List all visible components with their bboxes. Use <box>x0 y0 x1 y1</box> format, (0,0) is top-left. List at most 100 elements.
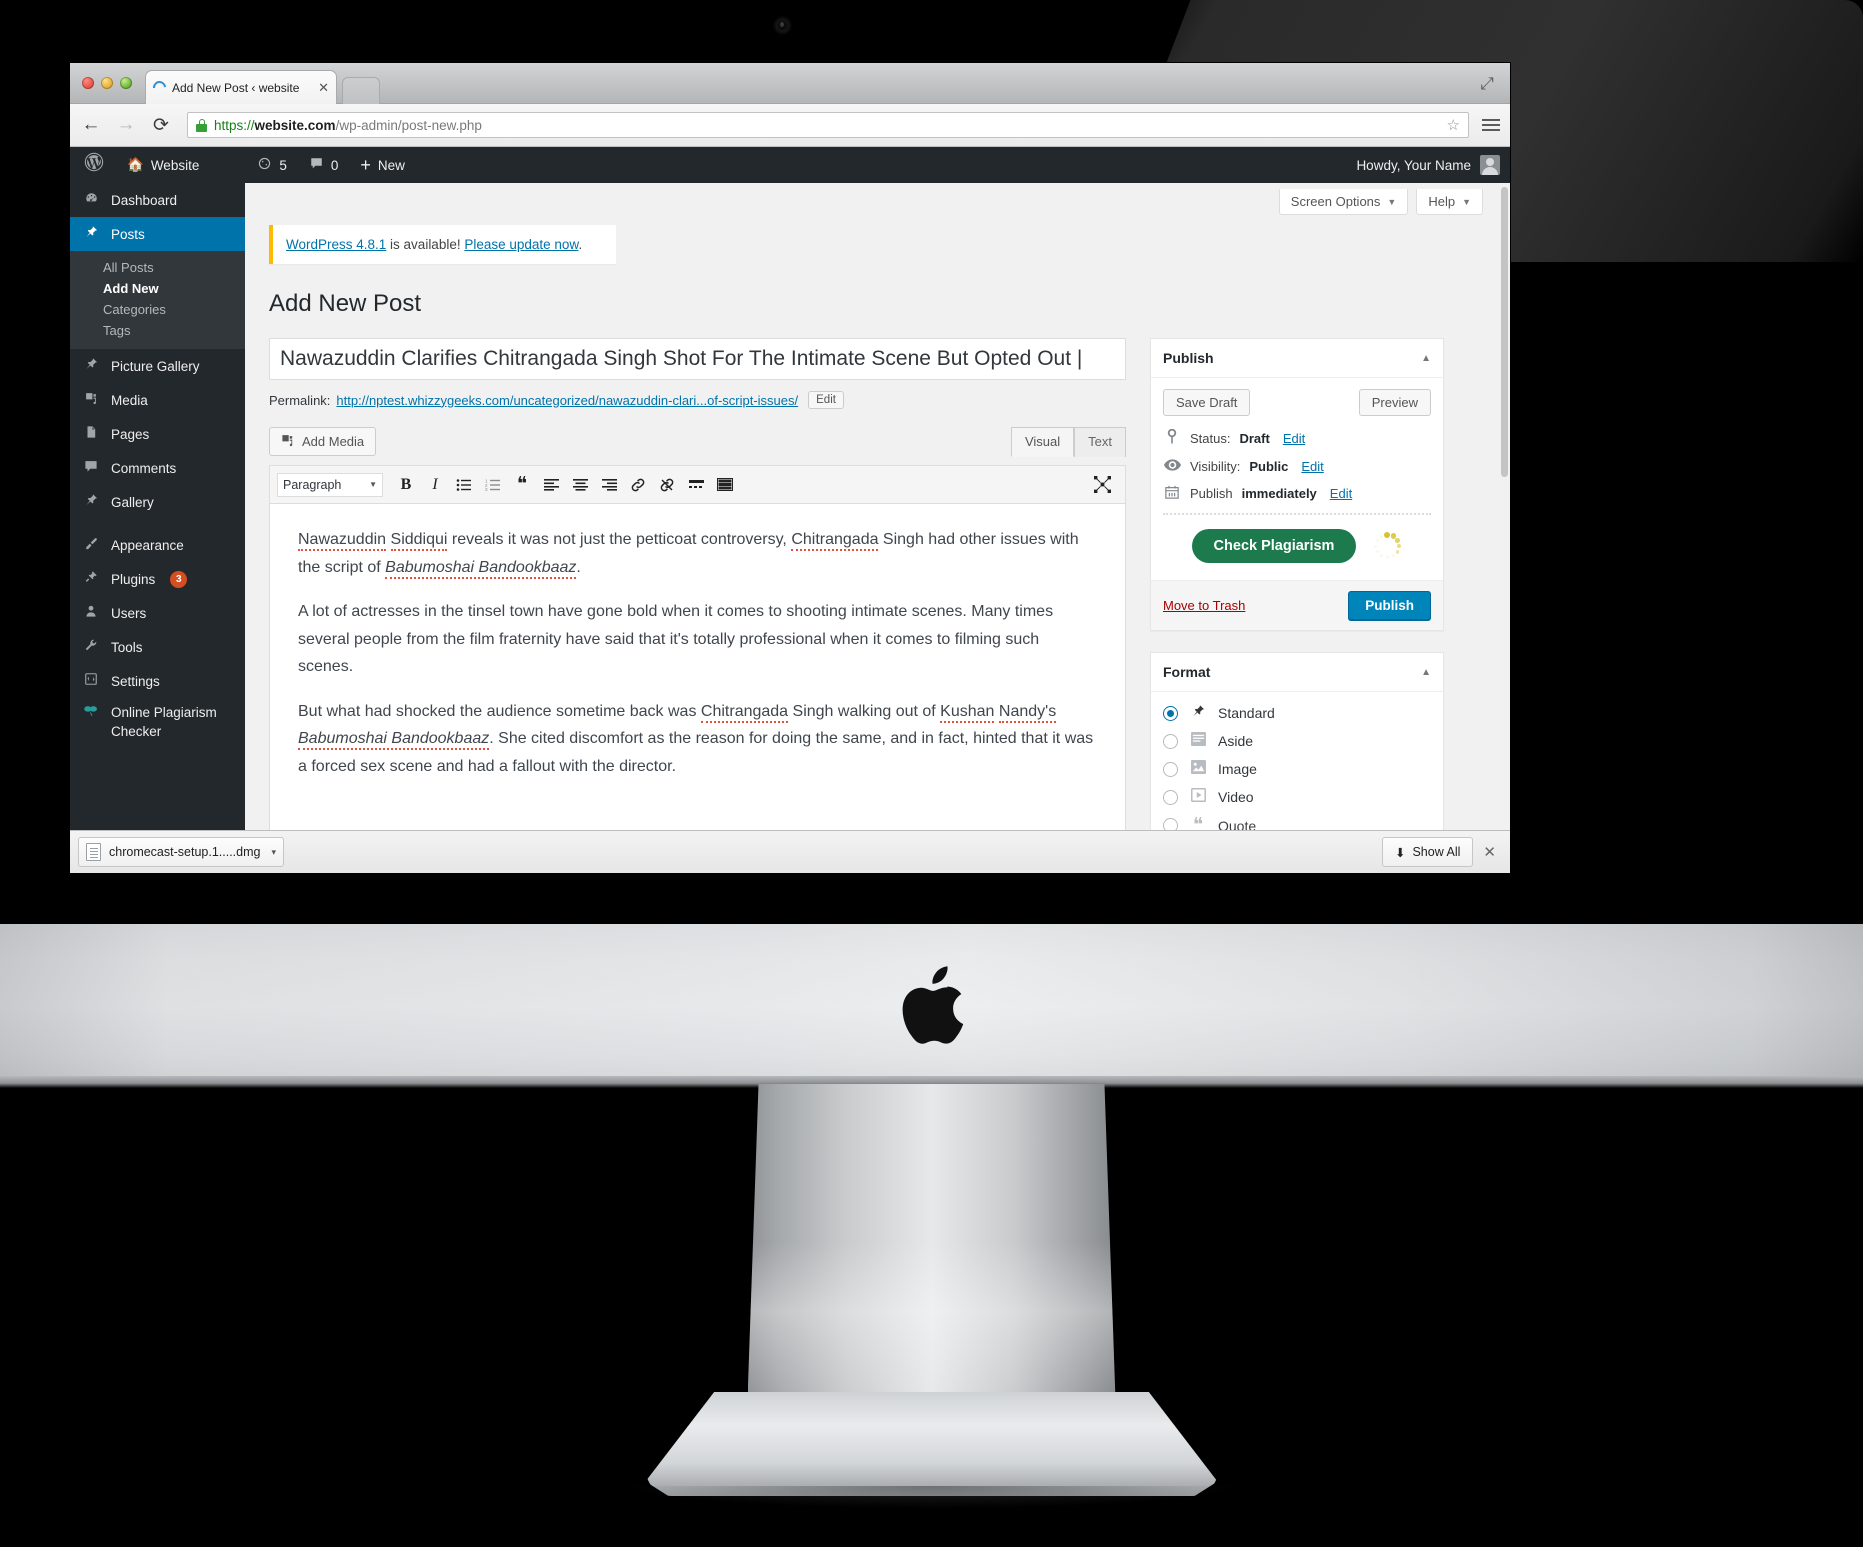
save-draft-button[interactable]: Save Draft <box>1163 389 1251 416</box>
sidebar-item-settings[interactable]: Settings <box>70 664 245 698</box>
radio-image[interactable] <box>1163 761 1178 777</box>
reload-icon[interactable]: ⟳ <box>150 114 172 136</box>
minimize-window-button[interactable] <box>101 77 113 89</box>
bold-button[interactable]: B <box>393 472 419 498</box>
wordpress-version-link[interactable]: WordPress 4.8.1 <box>286 237 386 252</box>
forward-icon[interactable]: → <box>115 114 137 136</box>
imac-stand-foot <box>645 1392 1218 1496</box>
numbered-list-button[interactable]: 123 <box>480 472 506 498</box>
back-icon[interactable]: ← <box>80 114 102 136</box>
help-button[interactable]: Help ▼ <box>1416 189 1483 215</box>
publish-button[interactable]: Publish <box>1348 591 1431 620</box>
format-option-video[interactable]: Video <box>1163 783 1431 811</box>
page-scrollbar[interactable] <box>1499 183 1510 873</box>
italic-button[interactable]: I <box>422 472 448 498</box>
format-option-image[interactable]: Image <box>1163 755 1431 783</box>
preview-button[interactable]: Preview <box>1358 389 1431 416</box>
radio-standard[interactable] <box>1163 705 1178 721</box>
read-more-button[interactable] <box>683 472 709 498</box>
admin-bar-site-name[interactable]: 🏠 Website <box>116 147 210 183</box>
sidebar-item-all-posts[interactable]: All Posts <box>70 257 245 278</box>
align-left-button[interactable] <box>538 472 564 498</box>
publish-box-title: Publish <box>1163 350 1214 366</box>
sidebar-item-pages[interactable]: Pages <box>70 417 245 451</box>
chevron-down-icon[interactable]: ▾ <box>271 847 276 858</box>
sidebar-item-media[interactable]: Media <box>70 383 245 417</box>
close-tab-icon[interactable]: ✕ <box>318 81 329 94</box>
sidebar-item-users[interactable]: Users <box>70 596 245 630</box>
new-tab-button[interactable] <box>342 77 380 104</box>
draft-actions: Save Draft Preview <box>1163 389 1431 416</box>
file-icon <box>86 843 101 861</box>
schedule-label: Publish <box>1190 486 1233 501</box>
visibility-edit-link[interactable]: Edit <box>1301 459 1323 474</box>
permalink-edit-button[interactable]: Edit <box>808 391 844 409</box>
close-window-button[interactable] <box>82 77 94 89</box>
scrollbar-thumb[interactable] <box>1501 187 1508 477</box>
sidebar-item-label: Picture Gallery <box>111 358 200 374</box>
maximize-icon[interactable]: ⤢ <box>1478 75 1496 93</box>
zoom-window-button[interactable] <box>120 77 132 89</box>
close-shelf-icon[interactable]: ✕ <box>1483 843 1502 861</box>
browser-tab[interactable]: Add New Post ‹ website ✕ <box>145 70 337 104</box>
paragraph-format-select[interactable]: Paragraph ▼ <box>277 472 383 497</box>
blockquote-button[interactable]: ❝ <box>509 472 535 498</box>
notice-middle-text: is available! <box>386 237 465 252</box>
post-title-input[interactable] <box>269 338 1126 380</box>
admin-bar-updates[interactable]: 5 <box>246 147 298 183</box>
align-center-button[interactable] <box>567 472 593 498</box>
fullscreen-icon[interactable] <box>1089 472 1115 498</box>
collapse-icon[interactable]: ▲ <box>1421 353 1431 364</box>
check-plagiarism-button[interactable]: Check Plagiarism <box>1191 529 1357 563</box>
format-option-aside[interactable]: Aside <box>1163 727 1431 755</box>
bulleted-list-button[interactable] <box>451 472 477 498</box>
sidebar-item-add-new[interactable]: Add New <box>70 278 245 299</box>
page-title: Add New Post <box>269 290 422 317</box>
radio-aside[interactable] <box>1163 733 1178 749</box>
move-to-trash-link[interactable]: Move to Trash <box>1163 598 1245 613</box>
admin-bar-comments[interactable]: 0 <box>298 147 350 183</box>
remove-link-button[interactable] <box>654 472 680 498</box>
plus-icon: + <box>360 154 371 175</box>
sidebar-item-categories[interactable]: Categories <box>70 299 245 320</box>
sidebar-item-dashboard[interactable]: Dashboard <box>70 183 245 217</box>
tab-text[interactable]: Text <box>1074 427 1126 457</box>
chrome-menu-icon[interactable] <box>1482 119 1500 131</box>
imac-stand-neck <box>747 1084 1116 1400</box>
format-option-standard[interactable]: Standard <box>1163 699 1431 727</box>
bookmark-star-icon[interactable]: ☆ <box>1447 116 1460 134</box>
sidebar-item-gallery[interactable]: Gallery <box>70 485 245 519</box>
address-bar[interactable]: https://website.com/wp-admin/post-new.ph… <box>187 112 1469 138</box>
screen-options-button[interactable]: Screen Options ▼ <box>1278 189 1409 215</box>
publish-box-header: Publish ▲ <box>1151 339 1443 378</box>
update-now-link[interactable]: Please update now <box>464 237 578 252</box>
sidebar-item-picture-gallery[interactable]: Picture Gallery <box>70 349 245 383</box>
sidebar-item-plugins[interactable]: Plugins 3 <box>70 562 245 596</box>
add-media-button[interactable]: Add Media <box>269 427 377 456</box>
window-controls[interactable] <box>82 77 132 89</box>
collapse-icon[interactable]: ▲ <box>1421 667 1431 678</box>
align-right-button[interactable] <box>596 472 622 498</box>
tab-visual[interactable]: Visual <box>1010 427 1075 457</box>
insert-link-button[interactable] <box>625 472 651 498</box>
status-edit-link[interactable]: Edit <box>1283 431 1305 446</box>
toolbar-toggle-button[interactable] <box>712 472 738 498</box>
sidebar-item-online-plagiarism-checker[interactable]: Online Plagiarism Checker <box>70 698 245 746</box>
radio-video[interactable] <box>1163 789 1178 805</box>
admin-bar-account[interactable]: Howdy, Your Name <box>1356 155 1510 175</box>
screen-options-label: Screen Options <box>1290 194 1381 209</box>
sidebar-item-tools[interactable]: Tools <box>70 630 245 664</box>
sidebar-item-posts[interactable]: Posts <box>70 217 245 251</box>
sidebar-item-appearance[interactable]: Appearance <box>70 528 245 562</box>
sidebar-item-tags[interactable]: Tags <box>70 320 245 341</box>
aside-icon <box>1188 732 1208 750</box>
editor-content-area[interactable]: Nawazuddin Siddiqui reveals it was not j… <box>269 503 1126 839</box>
permalink-url[interactable]: http://nptest.whizzygeeks.com/uncategori… <box>336 393 798 408</box>
download-item[interactable]: chromecast-setup.1.....dmg ▾ <box>78 837 284 867</box>
show-all-downloads-button[interactable]: ⬇ Show All <box>1381 837 1474 867</box>
sidebar-item-comments[interactable]: Comments <box>70 451 245 485</box>
pages-icon <box>81 425 101 443</box>
wordpress-logo-icon[interactable] <box>70 152 116 178</box>
schedule-edit-link[interactable]: Edit <box>1330 486 1352 501</box>
admin-bar-new[interactable]: + New <box>349 147 416 183</box>
